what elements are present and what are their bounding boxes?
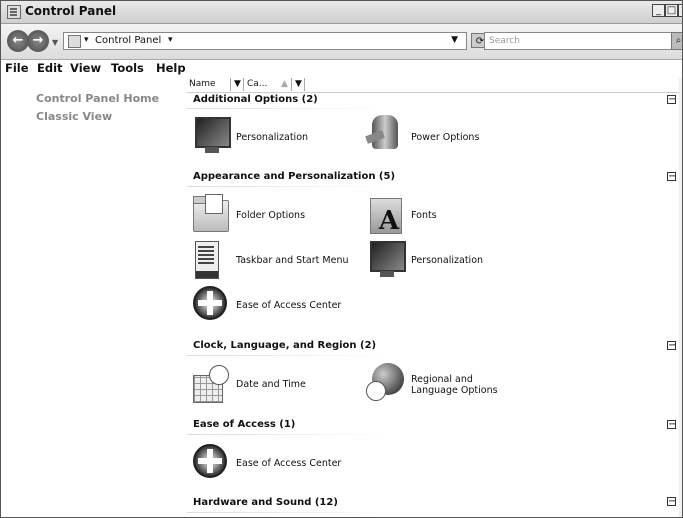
column-category-dropdown-icon[interactable]: ▼: [295, 79, 302, 89]
item-ease-of-access-center-2[interactable]: Ease of Access Center: [191, 442, 351, 490]
item-taskbar-and-start-menu[interactable]: Taskbar and Start Menu: [191, 239, 351, 287]
group-title-ease-of-access[interactable]: Ease of Access (1): [193, 419, 295, 430]
menu-tools[interactable]: Tools: [111, 61, 144, 75]
breadcrumb-control-panel[interactable]: Control Panel: [95, 35, 161, 46]
item-regional-and-language-options[interactable]: Regional and Language Options: [366, 363, 536, 411]
close-button[interactable]: ×: [678, 4, 682, 17]
forward-button[interactable]: →: [27, 30, 49, 52]
address-history-dropdown-icon[interactable]: ▼: [451, 35, 458, 45]
group-divider: [187, 512, 387, 513]
column-name[interactable]: Name: [189, 79, 216, 89]
item-power-options[interactable]: Power Options: [366, 115, 526, 163]
vertical-scrollbar[interactable]: [679, 78, 682, 517]
folder-options-icon: [191, 194, 231, 238]
group-divider: [187, 355, 387, 356]
column-header: Name ▼ Ca... ▲ ▼: [187, 78, 682, 93]
window-title: Control Panel: [25, 4, 117, 18]
item-label: Ease of Access Center: [236, 458, 342, 469]
group-divider: [187, 108, 387, 109]
taskbar-icon: [191, 239, 231, 283]
collapse-group-button[interactable]: −: [667, 95, 676, 105]
collapse-group-button[interactable]: −: [667, 172, 676, 182]
item-label: Taskbar and Start Menu: [236, 255, 349, 266]
control-panel-window: Control Panel _ □ × ← → ▼ ▾ Control Pane…: [0, 0, 683, 518]
item-label: Ease of Access Center: [236, 300, 342, 311]
breadcrumb-chevron-down-icon[interactable]: ▾: [168, 35, 173, 45]
item-fonts[interactable]: A Fonts: [366, 194, 526, 242]
item-ease-of-access-center[interactable]: Ease of Access Center: [191, 284, 351, 332]
item-folder-options[interactable]: Folder Options: [191, 194, 351, 242]
group-divider: [187, 434, 387, 435]
control-panel-app-icon: [7, 5, 21, 19]
maximize-button[interactable]: □: [665, 4, 678, 17]
title-bar: Control Panel _ □ ×: [1, 1, 682, 24]
collapse-group-button[interactable]: −: [667, 497, 676, 507]
date-and-time-icon: [191, 363, 231, 407]
column-divider[interactable]: [243, 78, 244, 91]
address-toolbar: ← → ▼ ▾ Control Panel ▾ ▼ ⟳ Search ⌕: [1, 24, 682, 60]
item-label: Date and Time: [236, 379, 306, 390]
menu-file[interactable]: File: [5, 61, 29, 75]
minimize-button[interactable]: _: [652, 4, 665, 17]
item-label: Personalization: [236, 132, 309, 143]
column-divider[interactable]: [291, 78, 292, 91]
item-personalization[interactable]: Personalization: [191, 115, 351, 163]
item-label: Fonts: [411, 210, 437, 221]
column-divider[interactable]: [304, 78, 305, 91]
classic-view-link[interactable]: Classic View: [36, 110, 112, 123]
fonts-icon: A: [366, 194, 406, 238]
menu-edit[interactable]: Edit: [37, 61, 63, 75]
ease-of-access-icon: [191, 284, 231, 328]
collapse-group-button[interactable]: −: [667, 341, 676, 351]
search-icon[interactable]: ⌕: [671, 32, 682, 50]
column-category[interactable]: Ca...: [247, 79, 267, 89]
group-divider: [187, 186, 387, 187]
breadcrumb-arrow-icon[interactable]: ▾: [84, 35, 89, 45]
column-divider[interactable]: [230, 78, 231, 91]
personalization-icon: [191, 115, 231, 159]
item-label: Personalization: [411, 255, 484, 266]
power-options-icon: [366, 115, 406, 159]
column-name-dropdown-icon[interactable]: ▼: [234, 79, 241, 89]
menu-help[interactable]: Help: [156, 61, 186, 75]
control-panel-home-link[interactable]: Control Panel Home: [36, 92, 159, 105]
globe-icon: [366, 363, 406, 407]
group-title-hardware-and-sound[interactable]: Hardware and Sound (12): [193, 497, 338, 508]
sort-ascending-icon: ▲: [281, 79, 288, 89]
ease-of-access-icon: [191, 442, 231, 486]
address-bar[interactable]: ▾ Control Panel ▾ ▼: [63, 32, 467, 50]
recent-pages-dropdown-icon[interactable]: ▼: [52, 38, 58, 47]
item-date-and-time[interactable]: Date and Time: [191, 363, 351, 411]
control-panel-icon: [68, 35, 81, 48]
menu-view[interactable]: View: [70, 61, 101, 75]
item-label: Folder Options: [236, 210, 306, 221]
search-input[interactable]: Search: [484, 32, 672, 50]
collapse-group-button[interactable]: −: [667, 420, 676, 430]
group-title-appearance-and-personalization[interactable]: Appearance and Personalization (5): [193, 171, 395, 182]
menu-bar: File Edit View Tools Help: [1, 60, 682, 77]
back-button[interactable]: ←: [7, 30, 29, 52]
group-title-additional-options[interactable]: Additional Options (2): [193, 94, 318, 105]
group-title-clock-language-region[interactable]: Clock, Language, and Region (2): [193, 340, 376, 351]
personalization-icon: [366, 239, 406, 283]
item-personalization-2[interactable]: Personalization: [366, 239, 526, 287]
item-label: Regional and Language Options: [411, 374, 498, 396]
item-label: Power Options: [411, 132, 480, 143]
